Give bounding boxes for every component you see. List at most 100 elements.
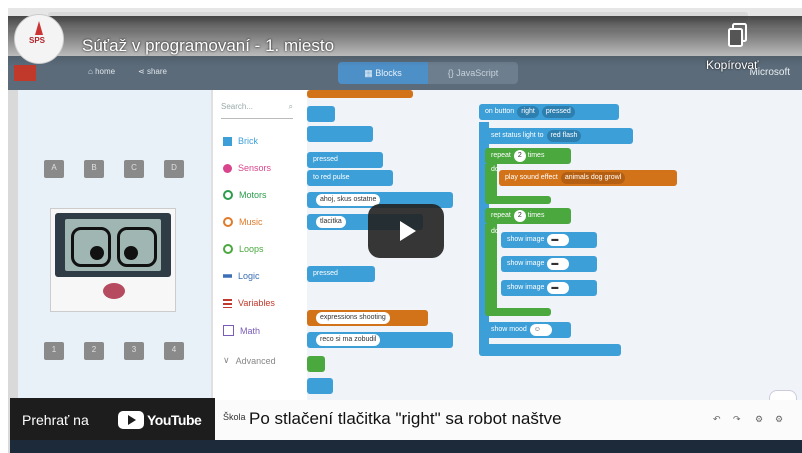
ev3-brick — [50, 208, 176, 312]
block-expression: expressions shooting — [307, 310, 428, 326]
category-label: Variables — [238, 298, 275, 308]
block-dropdown: right — [517, 106, 539, 118]
block-text: reco si ma zobudil — [316, 334, 381, 346]
port-1: 1 — [44, 342, 64, 360]
block-text: times — [527, 152, 545, 159]
subtitle-text: Po stlačení tlačitka "right" sa robot na… — [249, 409, 562, 428]
category-brick: Brick — [223, 136, 258, 146]
block-play-sound: play sound effect animals dog growl — [499, 170, 677, 186]
block-show-string: reco si ma zobudil — [307, 332, 453, 348]
block-set-status-light: set status light to red flash — [485, 128, 633, 144]
subtitle-bar: Škola Po stlačení tlačitka "right" sa ro… — [215, 400, 802, 440]
block-text: tlacitka — [316, 216, 346, 228]
port-d: D — [164, 160, 184, 178]
redo-icon: ↷ — [733, 414, 741, 424]
category-swatch — [223, 217, 233, 227]
left-pupil — [90, 246, 104, 260]
block-text: show image — [507, 236, 545, 243]
settings-icon: ⚙ — [775, 414, 784, 424]
block-text: show image — [507, 284, 545, 291]
block-text: show image — [507, 260, 545, 267]
share-icon: ⋖ — [138, 67, 147, 76]
brick-screen — [55, 213, 171, 277]
block-text: ahoj, skus ostatne — [316, 194, 381, 206]
category-advanced: ∨ Advanced — [223, 355, 276, 366]
category-logic: Logic — [223, 271, 260, 281]
category-label: Motors — [239, 190, 267, 200]
category-label: Brick — [238, 136, 258, 146]
play-button[interactable] — [368, 204, 444, 258]
block-fragment — [307, 378, 333, 394]
block-fragment — [307, 106, 335, 122]
nav-home: ⌂ home — [88, 67, 115, 76]
right-pupil — [124, 246, 138, 260]
copy-link-label: Kopírovať — [706, 58, 759, 72]
block-text: set status light to — [491, 132, 544, 139]
category-label: Advanced — [235, 355, 276, 366]
category-label: Logic — [238, 271, 260, 281]
toolbox: Search... ⌕ Brick Sensors Motors Music L… — [211, 90, 309, 408]
port-2: 2 — [84, 342, 104, 360]
youtube-wordmark: YouTube — [147, 412, 202, 428]
category-label: Music — [239, 217, 263, 227]
nav-share-label: share — [146, 67, 167, 76]
watch-on-youtube-button[interactable]: Prehrať na YouTube — [10, 398, 215, 445]
category-label: Loops — [239, 244, 264, 254]
block-text: do — [491, 166, 499, 173]
block-text: play sound effect — [505, 174, 558, 181]
channel-avatar-text: SPS — [29, 36, 46, 45]
image-thumbnail: ▬ — [547, 234, 570, 246]
port-c: C — [124, 160, 144, 178]
port-a: A — [44, 160, 64, 178]
angry-eyes-image — [65, 219, 161, 271]
block-text: to red pulse — [313, 174, 350, 181]
mood-thumbnail: ☺ — [529, 324, 552, 336]
category-swatch — [223, 274, 232, 278]
block-text: show mood — [491, 326, 527, 333]
block-c-end — [485, 308, 551, 316]
port-label: 4 — [171, 345, 177, 354]
block-number: 2 — [513, 150, 526, 162]
block-fragment — [307, 356, 325, 372]
brick-center-button — [103, 283, 125, 299]
category-swatch — [223, 190, 233, 200]
category-music: Music — [223, 217, 263, 227]
nav-share: ⋖ share — [138, 67, 167, 76]
block-text: do — [491, 228, 499, 235]
block-status-light: to red pulse — [307, 170, 393, 186]
tab-blocks-label: Blocks — [375, 68, 402, 78]
os-taskbar — [10, 440, 802, 453]
category-swatch — [223, 298, 232, 308]
port-label: 1 — [51, 345, 57, 354]
block-text: expressions shooting — [316, 312, 390, 324]
channel-avatar[interactable]: SPS — [14, 14, 64, 64]
block-pressed: pressed — [307, 266, 375, 282]
block-pressed: pressed — [307, 152, 383, 168]
chevron-down-icon: ∨ — [223, 355, 230, 365]
right-eye — [117, 227, 157, 267]
home-icon: ⌂ — [88, 67, 96, 76]
port-4: 4 — [164, 342, 184, 360]
category-motors: Motors — [223, 190, 267, 200]
copy-icon — [728, 23, 747, 47]
category-swatch — [223, 325, 234, 336]
left-eye — [71, 227, 111, 267]
port-label: B — [91, 163, 97, 172]
category-loops: Loops — [223, 244, 264, 254]
toolbox-search: Search... ⌕ — [221, 102, 293, 119]
block-repeat: repeat 2 times — [485, 148, 571, 164]
port-label: A — [51, 163, 57, 172]
block-on-button: on button right pressed — [479, 104, 619, 120]
block-repeat: repeat 2 times — [485, 208, 571, 224]
category-label: Math — [240, 325, 261, 336]
image-thumbnail: ▬ — [547, 258, 570, 270]
port-label: 2 — [91, 345, 97, 354]
category-variables: Variables — [223, 298, 275, 308]
video-title[interactable]: Súťaž v programovaní - 1. miesto — [82, 36, 334, 56]
copy-link-button[interactable] — [718, 22, 758, 62]
block-text: repeat — [491, 212, 511, 219]
port-b: B — [84, 160, 104, 178]
watch-on-label: Prehrať na — [22, 412, 89, 428]
search-icon: ⌕ — [288, 102, 293, 111]
nav-home-label: home — [95, 67, 116, 76]
